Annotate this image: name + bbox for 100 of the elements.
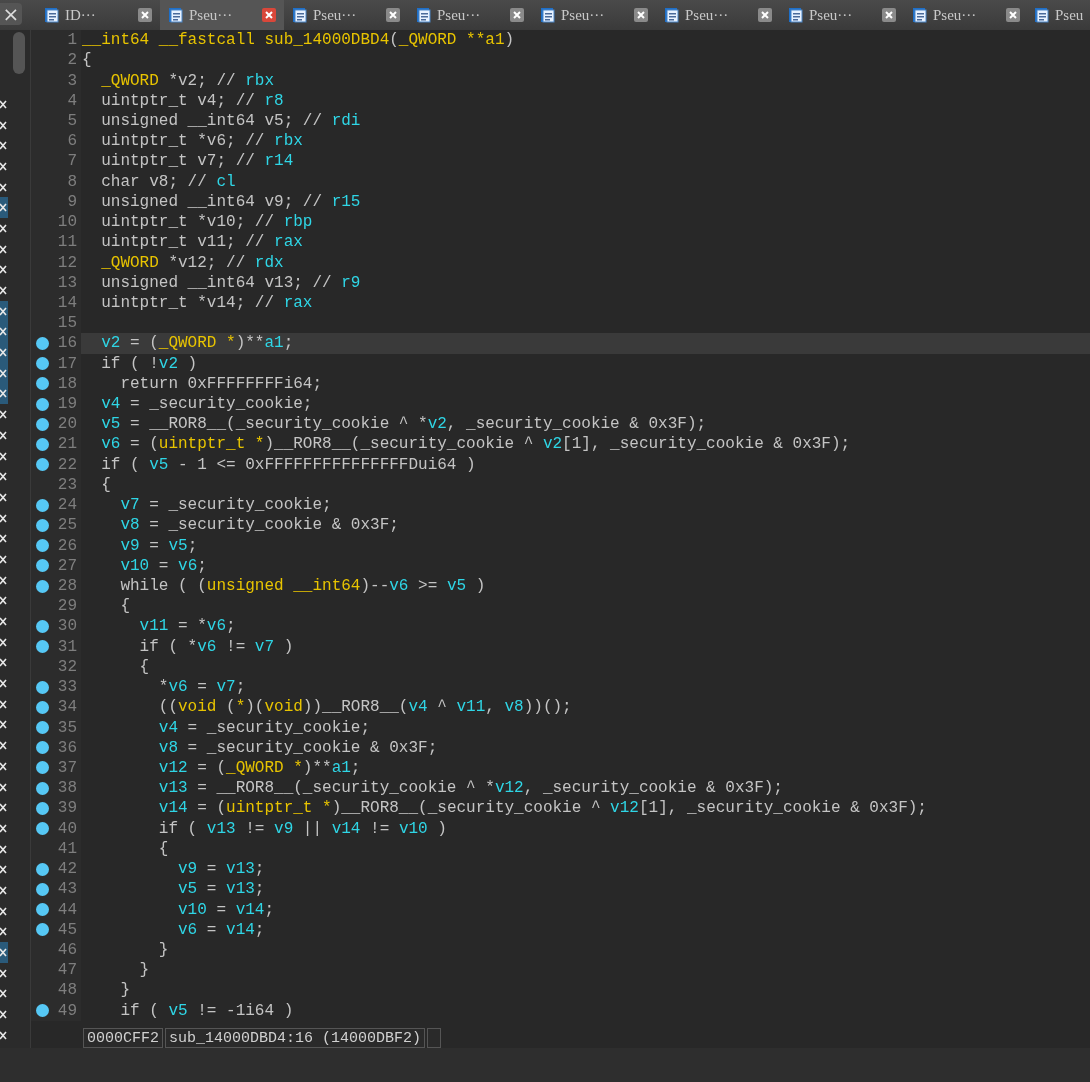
function-icon [0, 286, 7, 296]
close-button[interactable]: × [0, 3, 22, 25]
function-icon [0, 658, 7, 668]
breakpoint-dot[interactable] [35, 680, 49, 694]
function-icon [0, 782, 7, 792]
tab[interactable]: Pseu··· [780, 0, 904, 30]
line-number: 44 [56, 900, 78, 919]
line-number: 8 [66, 172, 78, 191]
breakpoint-dot[interactable] [35, 822, 49, 836]
code-line: v14 = (uintptr_t *)__ROR8__(_security_cookie ^ v12[1], _security_cookie & 0x3F); [157, 798, 928, 819]
function-icon [0, 306, 7, 316]
breakpoint-dot[interactable] [35, 579, 49, 593]
breakpoint-dot[interactable] [35, 539, 49, 553]
line-number: 6 [66, 132, 78, 151]
breakpoint-dot[interactable] [35, 700, 49, 714]
tab[interactable]: Pseu··· [656, 0, 780, 30]
tab[interactable]: Pseu··· [160, 0, 284, 30]
line-number: 21 [56, 435, 78, 454]
function-icon [0, 1030, 7, 1040]
code-line: v5 = __ROR8__(_security_cookie ^ *v2, _security_cookie & 0x3F); [100, 414, 708, 435]
line-number: 3 [66, 71, 78, 90]
breakpoint-dot[interactable] [35, 417, 49, 431]
breakpoint-dot[interactable] [35, 1004, 49, 1018]
code-line: return 0xFFFFFFFFi64; [119, 373, 324, 394]
function-icon [0, 865, 7, 875]
code-line: if ( !v2 ) [100, 353, 199, 374]
line-number: 27 [56, 556, 78, 575]
close-icon[interactable] [1006, 8, 1020, 22]
breakpoint-dot[interactable] [35, 761, 49, 775]
line-number: 7 [66, 152, 78, 171]
line-number: 2 [66, 51, 78, 70]
function-icon [0, 927, 7, 937]
breakpoint-dot[interactable] [35, 801, 49, 815]
close-icon[interactable] [510, 8, 524, 22]
tab[interactable]: Pseu [1028, 0, 1090, 30]
code-line: { [138, 656, 151, 677]
function-icon [0, 803, 7, 813]
function-row[interactable] [0, 942, 8, 963]
code-line: } [119, 980, 131, 1001]
breakpoint-dot[interactable] [35, 357, 49, 371]
breakpoint-dot[interactable] [35, 721, 49, 735]
document-icon [664, 7, 680, 23]
line-number: 34 [56, 698, 78, 717]
code-line: if ( v13 != v9 || v14 != v10 ) [157, 818, 448, 839]
code-line: } [157, 939, 170, 961]
breakpoint-dot[interactable] [35, 619, 49, 633]
breakpoint-dot[interactable] [35, 377, 49, 391]
document-icon [788, 7, 804, 23]
line-number: 12 [56, 253, 78, 272]
tab[interactable]: Pseu··· [904, 0, 1028, 30]
code-line: v9 = v5; [119, 535, 199, 556]
code-line: __int64 __fastcall sub_14000DBD4(_QWORD **a1) [81, 30, 516, 51]
function-row[interactable] [0, 300, 8, 322]
breakpoint-dot[interactable] [35, 903, 49, 916]
tab[interactable]: Pseu··· [532, 0, 656, 30]
function-icon [0, 430, 7, 440]
line-number: 9 [66, 192, 78, 211]
code-line: v7 = _security_cookie; [119, 495, 333, 516]
breakpoint-dot[interactable] [35, 336, 49, 350]
close-icon[interactable] [138, 8, 152, 22]
breakpoint-dot[interactable] [35, 781, 49, 795]
breakpoint-dot[interactable] [35, 518, 49, 532]
breakpoint-dot[interactable] [35, 882, 49, 896]
function-icon [0, 389, 7, 399]
scrollbar-thumb[interactable] [13, 32, 25, 74]
code-line: ((void (*)(void))__ROR8__(v4 ^ v11, v8))(); [157, 697, 573, 718]
close-icon[interactable] [758, 8, 772, 22]
close-icon[interactable] [634, 8, 648, 22]
breakpoint-dot[interactable] [35, 438, 49, 451]
function-icon [0, 885, 7, 895]
function-icon [0, 844, 7, 854]
breakpoint-dot[interactable] [35, 458, 49, 472]
function-row[interactable] [0, 383, 8, 405]
tab[interactable]: ID··· [36, 0, 160, 30]
line-number: 31 [56, 637, 78, 656]
function-icon [0, 203, 7, 213]
function-row[interactable] [0, 197, 8, 219]
function-icon [0, 637, 7, 647]
code-line: { [119, 596, 131, 617]
breakpoint-dot[interactable] [35, 397, 49, 411]
function-icon [0, 741, 7, 751]
function-icon [0, 368, 7, 378]
breakpoint-dot[interactable] [35, 923, 49, 937]
code-line: while ( (unsigned __int64)--v6 >= v5 ) [119, 576, 487, 597]
line-number: 20 [56, 415, 78, 434]
close-icon[interactable] [262, 8, 276, 22]
location-field: sub_14000DBD4:16 (14000DBF2) [165, 1027, 426, 1048]
line-number: 41 [56, 839, 78, 858]
tab[interactable]: Pseu··· [284, 0, 408, 30]
function-icon [0, 141, 7, 151]
breakpoint-dot[interactable] [35, 741, 49, 755]
tab[interactable]: Pseu··· [408, 0, 532, 30]
breakpoint-dot[interactable] [35, 559, 49, 573]
breakpoint-dot[interactable] [35, 862, 49, 876]
close-icon[interactable] [882, 8, 896, 22]
breakpoint-dot[interactable] [35, 640, 49, 654]
code-line: uintptr_t v11; // rax [100, 232, 304, 253]
code-line: v13 = __ROR8__(_security_cookie ^ *v12, _security_cookie & 0x3F); [157, 778, 784, 799]
breakpoint-dot[interactable] [35, 498, 49, 512]
close-icon[interactable] [386, 8, 400, 22]
